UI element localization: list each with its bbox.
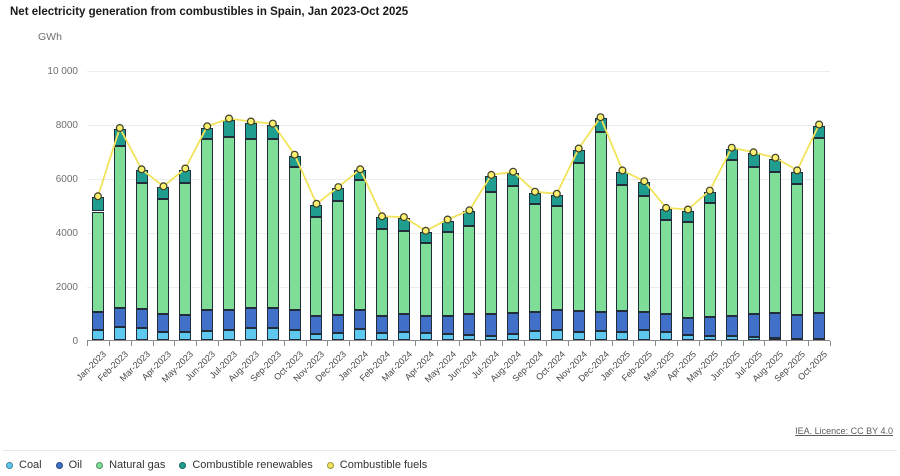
y-tick-label: 0 [18, 336, 78, 347]
y-tick-label: 2000 [18, 282, 78, 293]
x-axis-tick [677, 341, 678, 346]
attribution: IEA. Licence: CC BY 4.0 [795, 426, 893, 436]
y-tick-label: 4000 [18, 228, 78, 239]
fuels-line-marker[interactable] [379, 213, 386, 220]
x-axis-tick [349, 341, 350, 346]
x-axis-tick [830, 341, 831, 346]
legend-item-oil[interactable]: Oil [56, 459, 82, 471]
legend-item-coal[interactable]: Coal [6, 459, 42, 471]
fuels-line-marker[interactable] [160, 183, 167, 190]
combustible-renewables-legend-dot-icon [179, 462, 186, 469]
fuels-line-marker[interactable] [422, 227, 429, 234]
legend-label: Natural gas [109, 459, 165, 471]
fuels-line-marker[interactable] [619, 167, 626, 174]
fuels-line-marker[interactable] [706, 187, 713, 194]
fuels-line-marker[interactable] [510, 168, 517, 175]
fuels-line-marker[interactable] [248, 118, 255, 125]
fuels-line-marker[interactable] [269, 120, 276, 127]
combustible-fuels-legend-dot-icon [327, 462, 334, 469]
fuels-line-marker[interactable] [116, 125, 123, 132]
fuels-line-marker[interactable] [663, 205, 670, 212]
fuels-line-marker[interactable] [313, 200, 320, 207]
licence-link[interactable]: IEA. Licence: CC BY 4.0 [795, 426, 893, 436]
legend-label: Combustible fuels [340, 459, 427, 471]
y-tick-label: 10 000 [18, 66, 78, 77]
x-axis-tick [524, 341, 525, 346]
fuels-line-marker[interactable] [597, 114, 604, 121]
x-axis-tick [174, 341, 175, 346]
fuels-line-marker[interactable] [466, 207, 473, 214]
y-tick-label: 8000 [18, 120, 78, 131]
fuels-line-marker[interactable] [401, 214, 408, 221]
x-axis-tick [306, 341, 307, 346]
x-axis-tick [568, 341, 569, 346]
fuels-line-marker[interactable] [357, 166, 364, 173]
fuels-line-marker[interactable] [816, 121, 823, 128]
x-axis-tick [764, 341, 765, 346]
x-axis-tick [459, 341, 460, 346]
x-axis-tick [415, 341, 416, 346]
x-axis-tick [655, 341, 656, 346]
combustible-fuels-line [87, 71, 830, 341]
legend-divider [3, 450, 897, 451]
x-axis-tick [437, 341, 438, 346]
fuels-line-marker[interactable] [685, 206, 692, 213]
fuels-line-marker[interactable] [575, 145, 582, 152]
fuels-line-marker[interactable] [532, 188, 539, 195]
x-axis-tick [808, 341, 809, 346]
x-axis-tick [480, 341, 481, 346]
fuels-line-marker[interactable] [335, 184, 342, 191]
x-axis-tick [786, 341, 787, 346]
y-tick-label: 6000 [18, 174, 78, 185]
oil-legend-dot-icon [56, 462, 63, 469]
y-axis-unit-label: GWh [38, 31, 62, 43]
x-axis-tick [87, 341, 88, 346]
fuels-line-marker[interactable] [95, 193, 102, 200]
x-axis-tick [327, 341, 328, 346]
legend-label: Oil [69, 459, 82, 471]
natural-gas-legend-dot-icon [96, 462, 103, 469]
legend-label: Combustible renewables [192, 459, 312, 471]
x-axis-tick [371, 341, 372, 346]
x-axis-tick [721, 341, 722, 346]
fuels-line-marker[interactable] [488, 172, 495, 179]
fuels-line-marker[interactable] [553, 190, 560, 197]
fuels-line-marker[interactable] [641, 178, 648, 185]
x-axis-tick [699, 341, 700, 346]
fuels-line-marker[interactable] [138, 166, 145, 173]
x-axis-tick [502, 341, 503, 346]
fuels-line-marker[interactable] [794, 167, 801, 174]
fuels-line-path [98, 117, 819, 231]
fuels-line-marker[interactable] [728, 144, 735, 151]
x-axis-tick [633, 341, 634, 346]
fuels-line-marker[interactable] [291, 151, 298, 158]
fuels-line-marker[interactable] [226, 115, 233, 122]
legend-label: Coal [19, 459, 42, 471]
legend: Coal Oil Natural gas Combustible renewables… [6, 459, 427, 471]
plot-area [87, 71, 830, 341]
fuels-line-marker[interactable] [750, 149, 757, 156]
x-axis-tick [393, 341, 394, 346]
legend-item-natural-gas[interactable]: Natural gas [96, 459, 165, 471]
x-axis-tick [612, 341, 613, 346]
legend-item-combustible-renewables[interactable]: Combustible renewables [179, 459, 312, 471]
x-axis-tick [262, 341, 263, 346]
x-axis-tick [743, 341, 744, 346]
x-axis-tick [284, 341, 285, 346]
coal-legend-dot-icon [6, 462, 13, 469]
legend-item-combustible-fuels[interactable]: Combustible fuels [327, 459, 427, 471]
x-axis-tick [546, 341, 547, 346]
fuels-line-marker[interactable] [204, 123, 211, 130]
fuels-line-marker[interactable] [772, 154, 779, 161]
x-axis-tick [153, 341, 154, 346]
x-axis-tick [590, 341, 591, 346]
x-axis-tick [109, 341, 110, 346]
fuels-line-marker[interactable] [182, 165, 189, 172]
fuels-line-marker[interactable] [444, 216, 451, 223]
x-axis-tick [240, 341, 241, 346]
x-axis-tick [131, 341, 132, 346]
x-axis-tick [218, 341, 219, 346]
chart-title: Net electricity generation from combusti… [10, 6, 408, 18]
x-axis-tick [196, 341, 197, 346]
